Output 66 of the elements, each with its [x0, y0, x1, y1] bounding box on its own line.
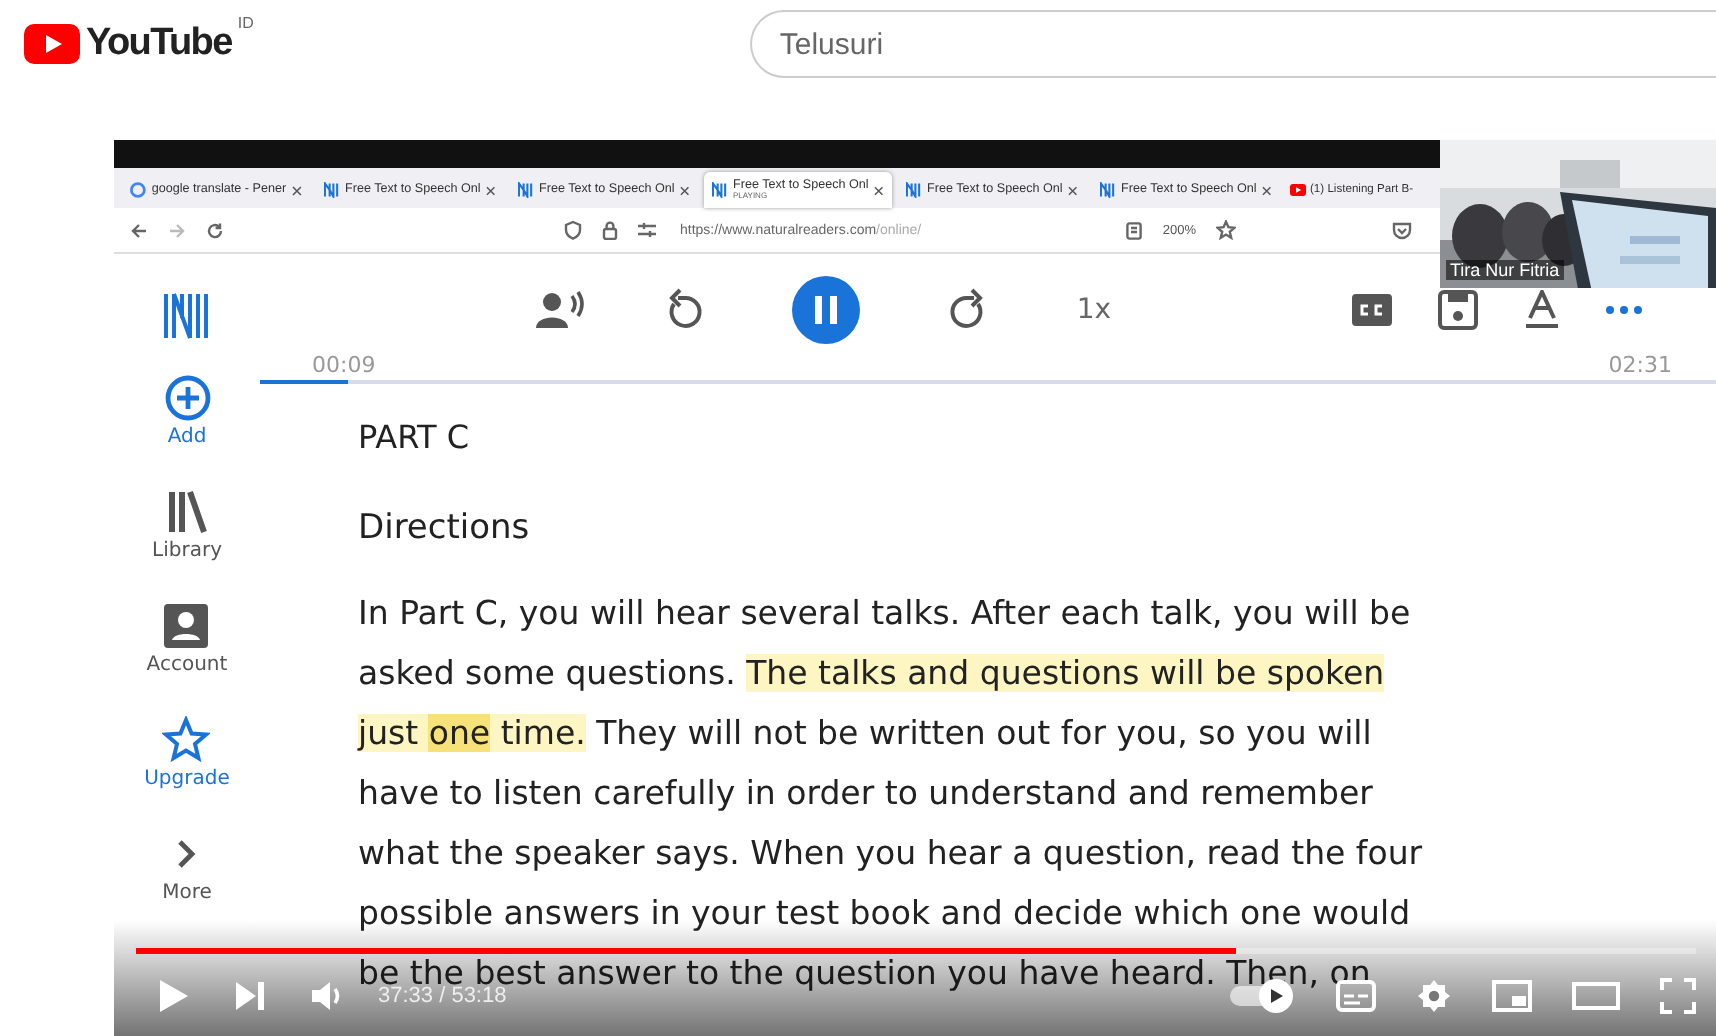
next-button[interactable]: [234, 980, 266, 1012]
theater-icon: [1572, 982, 1620, 1010]
settings-icon: [1416, 978, 1452, 1014]
pause-button[interactable]: [790, 274, 862, 346]
video-time: 37:33 / 53:18: [378, 984, 507, 1008]
settings-button[interactable]: [1416, 978, 1452, 1014]
rewind-button[interactable]: [664, 288, 704, 332]
close-icon: [1068, 185, 1078, 195]
reader-icon[interactable]: [1126, 221, 1143, 239]
rewind-icon: [664, 288, 704, 332]
sidebar-item[interactable]: More: [162, 830, 212, 944]
elapsed-time: 00:09: [312, 354, 376, 378]
more-icon: [1606, 306, 1642, 314]
close-icon: [1262, 185, 1272, 195]
sidebar-item[interactable]: Add: [163, 374, 211, 488]
voice-icon: [534, 290, 586, 330]
fullscreen-icon: [1660, 978, 1696, 1014]
shield-icon: [564, 220, 582, 240]
n-logo-icon: [518, 182, 534, 198]
play-logo-icon: [1290, 182, 1306, 198]
video-progress-track[interactable]: [136, 948, 1696, 954]
pause-icon: [790, 274, 862, 346]
next-icon: [234, 980, 266, 1012]
sidebar-item[interactable]: Account: [146, 602, 228, 716]
n-logo-icon: [1100, 182, 1116, 198]
captions-button[interactable]: [1352, 294, 1392, 326]
more-button[interactable]: [1606, 306, 1642, 314]
voice-button[interactable]: [534, 290, 586, 330]
region-code: ID: [237, 14, 254, 32]
back-icon[interactable]: [130, 221, 148, 239]
section-heading: PART C: [358, 416, 472, 460]
n-logo-icon: [324, 182, 340, 198]
star-icon[interactable]: [1216, 220, 1236, 240]
theater-button[interactable]: [1572, 982, 1620, 1010]
sidebar-item[interactable]: Upgrade: [144, 716, 230, 830]
miniplayer-button[interactable]: [1492, 980, 1532, 1012]
sliders-icon: [638, 222, 656, 238]
play-icon: [158, 978, 190, 1014]
speed-button[interactable]: 1x: [1076, 294, 1112, 326]
close-icon: [292, 185, 302, 195]
n-logo-icon: [161, 290, 213, 342]
close-icon: [874, 185, 884, 195]
pocket-icon[interactable]: [1392, 221, 1412, 239]
lock-icon: [602, 220, 618, 240]
reload-icon[interactable]: [206, 221, 224, 239]
text-style-button[interactable]: [1524, 290, 1560, 330]
close-icon: [680, 185, 690, 195]
close-icon: [486, 185, 496, 195]
text-style-icon: [1524, 290, 1560, 330]
cc-icon: [1352, 294, 1392, 326]
play-button[interactable]: [158, 978, 190, 1014]
forward-button[interactable]: [948, 288, 988, 332]
miniplayer-icon: [1492, 980, 1532, 1012]
section-subheading: Directions: [358, 506, 532, 552]
total-time: 02:31: [1608, 354, 1672, 378]
play-logo-icon: [24, 24, 80, 64]
save-button[interactable]: [1438, 290, 1478, 330]
save-icon: [1438, 290, 1478, 330]
participant-name: Tira Nur Fitria: [1446, 260, 1564, 280]
search-field[interactable]: Telusuri: [749, 10, 1716, 78]
forward-icon: [948, 288, 988, 332]
fullscreen-button[interactable]: [1660, 978, 1696, 1014]
n-logo-icon: [906, 182, 922, 198]
logo-text[interactable]: YouTube: [86, 22, 232, 66]
n-logo-icon: [712, 182, 728, 198]
sidebar-item[interactable]: Library: [152, 488, 222, 602]
